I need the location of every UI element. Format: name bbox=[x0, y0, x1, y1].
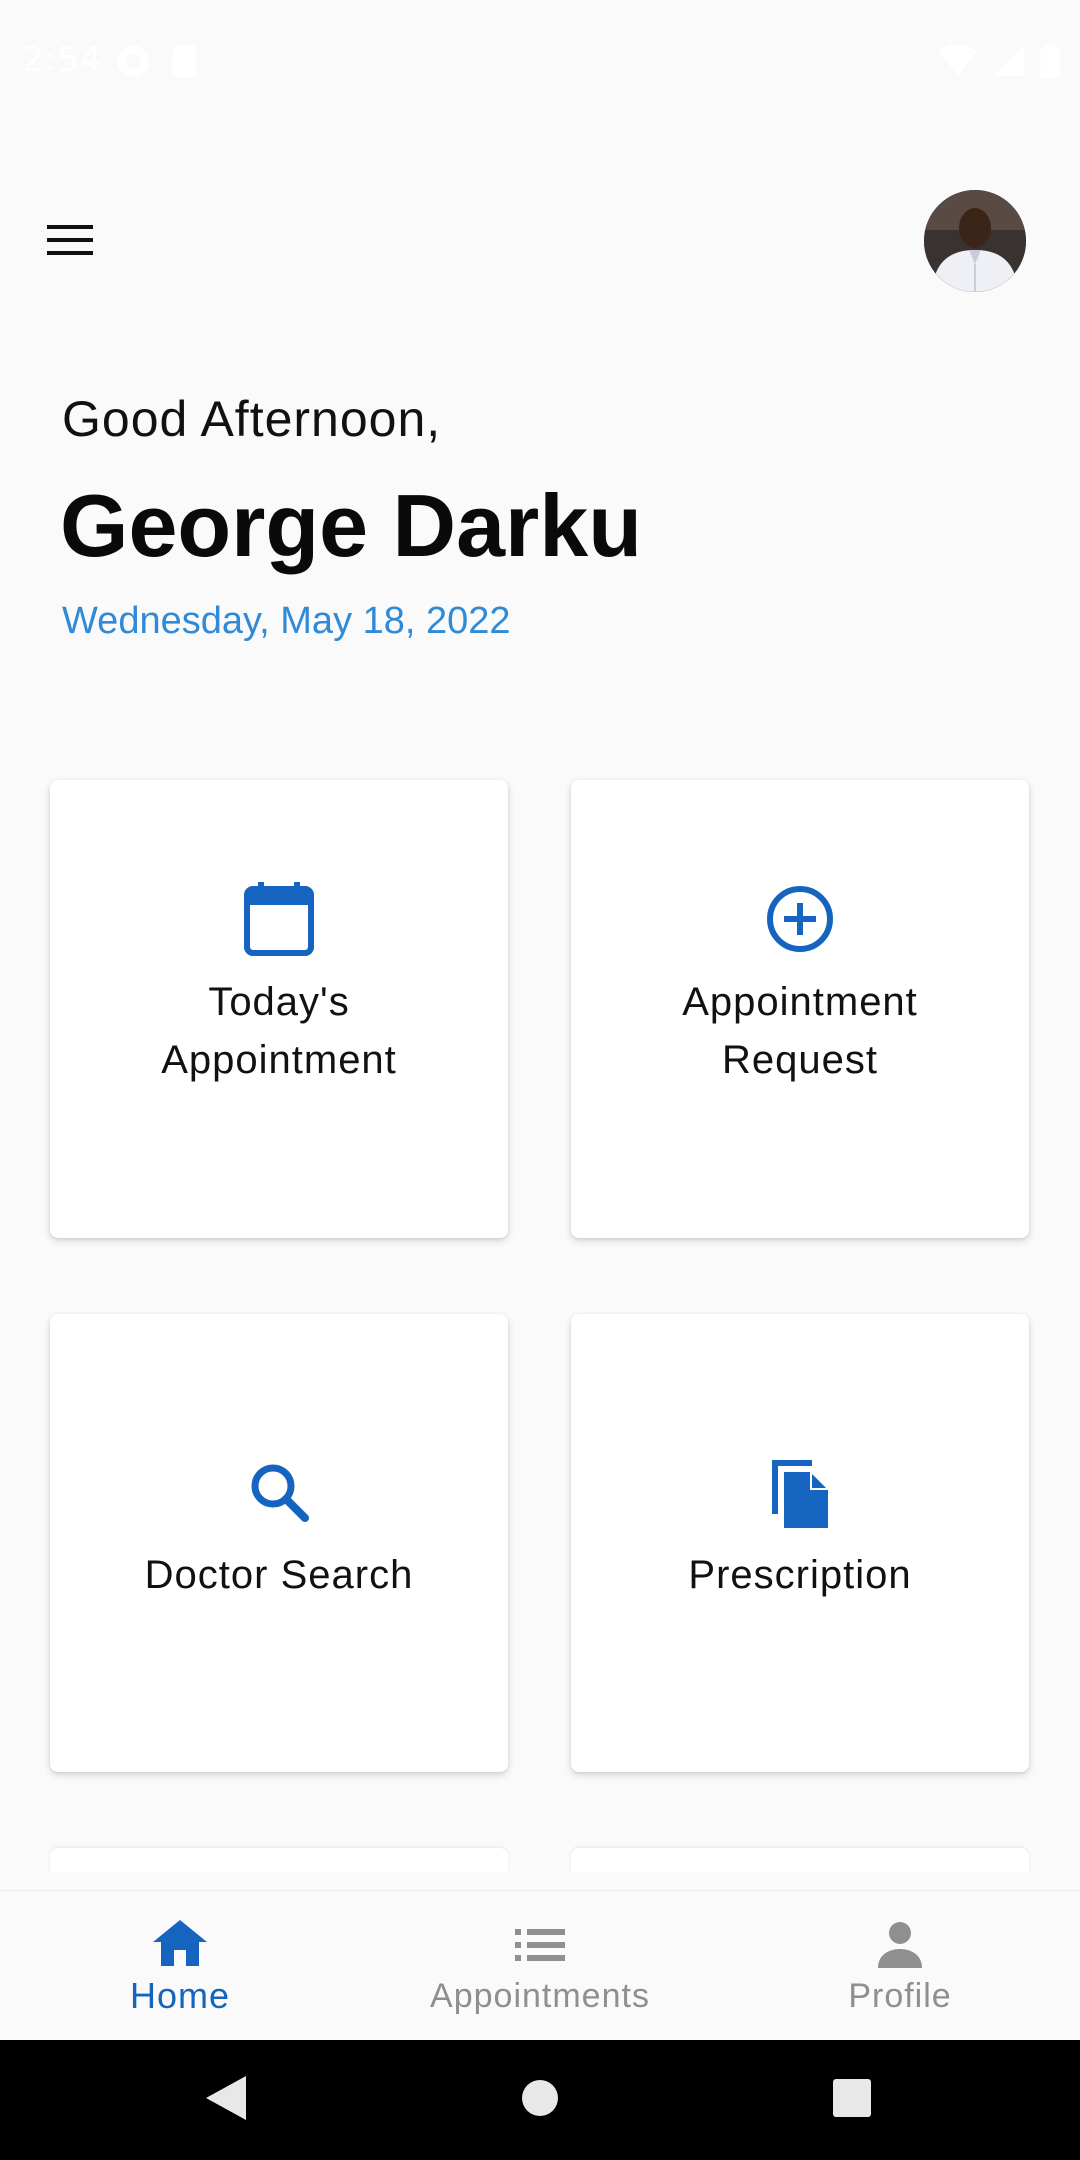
recents-square-icon bbox=[833, 2079, 871, 2121]
system-navigation-bar bbox=[0, 2040, 1080, 2160]
battery-icon bbox=[1040, 44, 1060, 82]
status-left-icons bbox=[116, 44, 200, 82]
hamburger-menu-icon bbox=[47, 223, 93, 261]
avatar[interactable] bbox=[924, 190, 1026, 292]
doctor-search-card[interactable]: Doctor Search bbox=[50, 1314, 508, 1772]
app-notification-icon bbox=[116, 44, 150, 82]
system-back-button[interactable] bbox=[186, 2062, 266, 2138]
bottom-navigation: Home Appointments Profile bbox=[0, 1890, 1080, 2041]
appointment-request-card[interactable]: Appointment Request bbox=[571, 780, 1029, 1238]
card-label-prescription: Prescription bbox=[688, 1553, 912, 1597]
todays-appointment-card[interactable]: Today's Appointment bbox=[50, 780, 508, 1238]
cellular-signal-icon bbox=[994, 45, 1024, 81]
home-icon bbox=[150, 1915, 210, 1971]
nav-label-appointments: Appointments bbox=[430, 1976, 650, 2015]
file-copy-icon bbox=[760, 1452, 840, 1532]
back-triangle-icon bbox=[206, 2076, 246, 2124]
list-icon bbox=[510, 1917, 570, 1973]
nav-item-home[interactable]: Home bbox=[0, 1891, 360, 2041]
prescription-card[interactable]: Prescription bbox=[571, 1314, 1029, 1772]
partial-card[interactable] bbox=[571, 1848, 1029, 1872]
add-circle-icon bbox=[760, 879, 840, 959]
card-label-appointment-request: Appointment Request bbox=[682, 980, 918, 1082]
system-recents-button[interactable] bbox=[812, 2062, 892, 2138]
current-date: Wednesday, May 18, 2022 bbox=[62, 600, 511, 642]
wifi-icon bbox=[938, 44, 978, 81]
greeting-text: Good Afternoon, bbox=[62, 391, 442, 447]
status-bar: 2:54 bbox=[0, 0, 1080, 120]
nav-label-home: Home bbox=[129, 1975, 231, 2016]
app-bar bbox=[0, 180, 1080, 300]
calendar-icon bbox=[239, 879, 319, 959]
sd-card-icon bbox=[172, 45, 200, 81]
partial-card[interactable] bbox=[50, 1848, 508, 1872]
nav-label-profile: Profile bbox=[848, 1976, 952, 2015]
nav-item-appointments[interactable]: Appointments bbox=[360, 1891, 720, 2041]
nav-item-profile[interactable]: Profile bbox=[720, 1891, 1080, 2041]
card-label-todays-appointment: Today's Appointment bbox=[161, 980, 397, 1082]
home-circle-icon bbox=[521, 2079, 559, 2121]
status-right-icons bbox=[938, 44, 1060, 82]
person-icon bbox=[870, 1917, 930, 1973]
card-label-doctor-search: Doctor Search bbox=[144, 1553, 414, 1597]
avatar-photo bbox=[924, 190, 1026, 292]
status-time: 2:54 bbox=[22, 40, 103, 80]
search-icon bbox=[239, 1452, 319, 1532]
menu-button[interactable] bbox=[30, 210, 110, 274]
user-name: George Darku bbox=[60, 476, 642, 575]
system-home-button[interactable] bbox=[500, 2062, 580, 2138]
